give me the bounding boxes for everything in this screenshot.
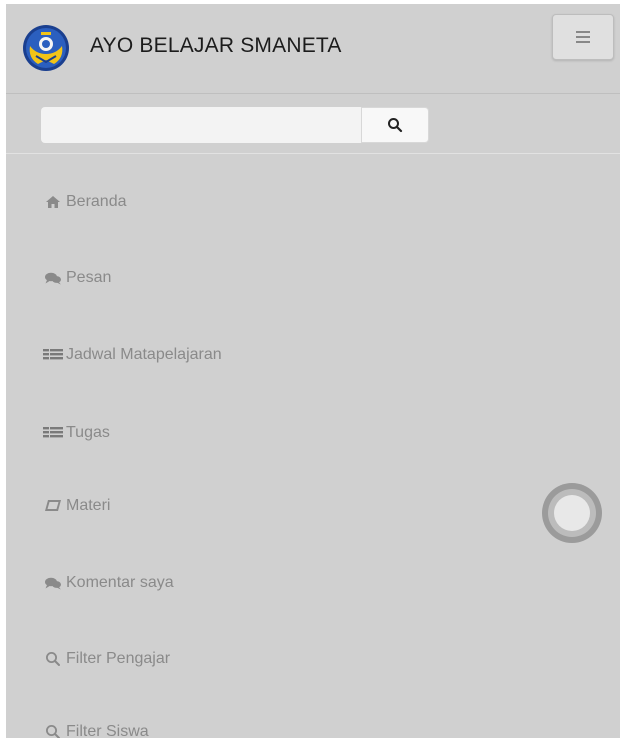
floating-assistive-button[interactable] [528, 483, 616, 543]
menu-item-label: Pesan [66, 269, 112, 286]
menu-item-tugas[interactable]: Tugas [43, 419, 110, 447]
navbar: AYO BELAJAR SMANETA [6, 4, 620, 94]
menu-item-komentar-saya[interactable]: Komentar saya [43, 569, 174, 597]
menu-item-materi[interactable]: Materi [43, 492, 110, 520]
comments-icon [43, 573, 63, 593]
search-icon [388, 118, 403, 133]
menu-item-filter-siswa[interactable]: Filter Siswa [43, 718, 149, 738]
search-bar [6, 95, 620, 154]
menu-item-label: Beranda [66, 193, 127, 210]
menu-item-beranda[interactable]: Beranda [43, 188, 127, 216]
menu-item-filter-pengajar[interactable]: Filter Pengajar [43, 645, 170, 673]
hamburger-icon [576, 31, 590, 33]
book-icon [43, 496, 63, 516]
comments-icon [43, 268, 63, 288]
menu-toggle-button[interactable] [552, 14, 614, 60]
brand-title[interactable]: AYO BELAJAR SMANETA [90, 34, 342, 58]
list-icon [43, 423, 63, 443]
school-emblem-icon[interactable] [22, 24, 70, 72]
menu-item-jadwal-matapelajaran[interactable]: Jadwal Matapelajaran [43, 341, 222, 369]
home-icon [43, 192, 63, 212]
menu-item-label: Komentar saya [66, 574, 174, 591]
menu-item-label: Jadwal Matapelajaran [66, 346, 222, 363]
menu-item-label: Materi [66, 497, 111, 514]
menu-item-label: Filter Siswa [66, 723, 149, 738]
app-frame: AYO BELAJAR SMANETA Beranda Pesan Jadwal… [6, 4, 620, 738]
menu-item-label: Filter Pengajar [66, 650, 171, 667]
search-button[interactable] [361, 107, 429, 143]
list-icon [43, 345, 63, 365]
menu-item-pesan[interactable]: Pesan [43, 264, 111, 292]
menu-item-label: Tugas [66, 424, 110, 441]
search-icon [43, 649, 63, 669]
search-icon [43, 722, 63, 738]
assistive-touch-icon [554, 495, 590, 531]
search-input[interactable] [41, 107, 361, 143]
